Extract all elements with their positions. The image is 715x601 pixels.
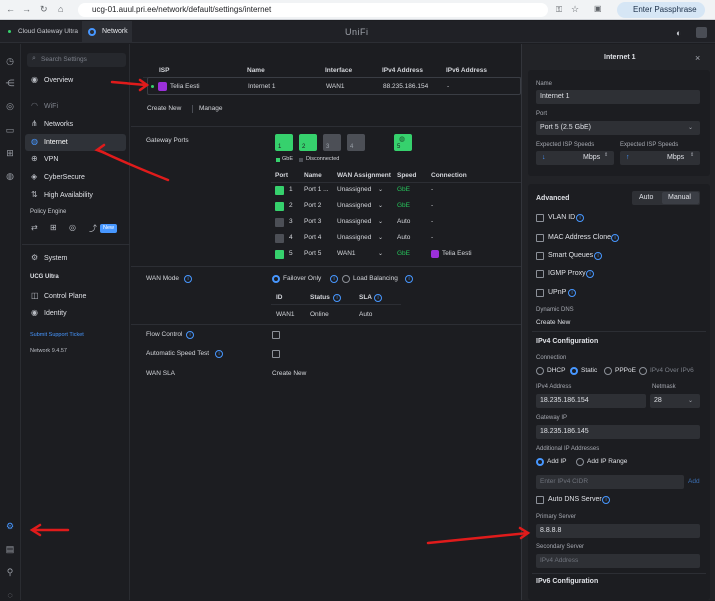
arrow-to-internet (96, 148, 170, 182)
arrowhead-internet (94, 143, 107, 155)
annotation-arrows (29, 78, 531, 545)
arrow-to-primary-server (426, 531, 530, 545)
arrow-to-isp-row (110, 80, 148, 87)
